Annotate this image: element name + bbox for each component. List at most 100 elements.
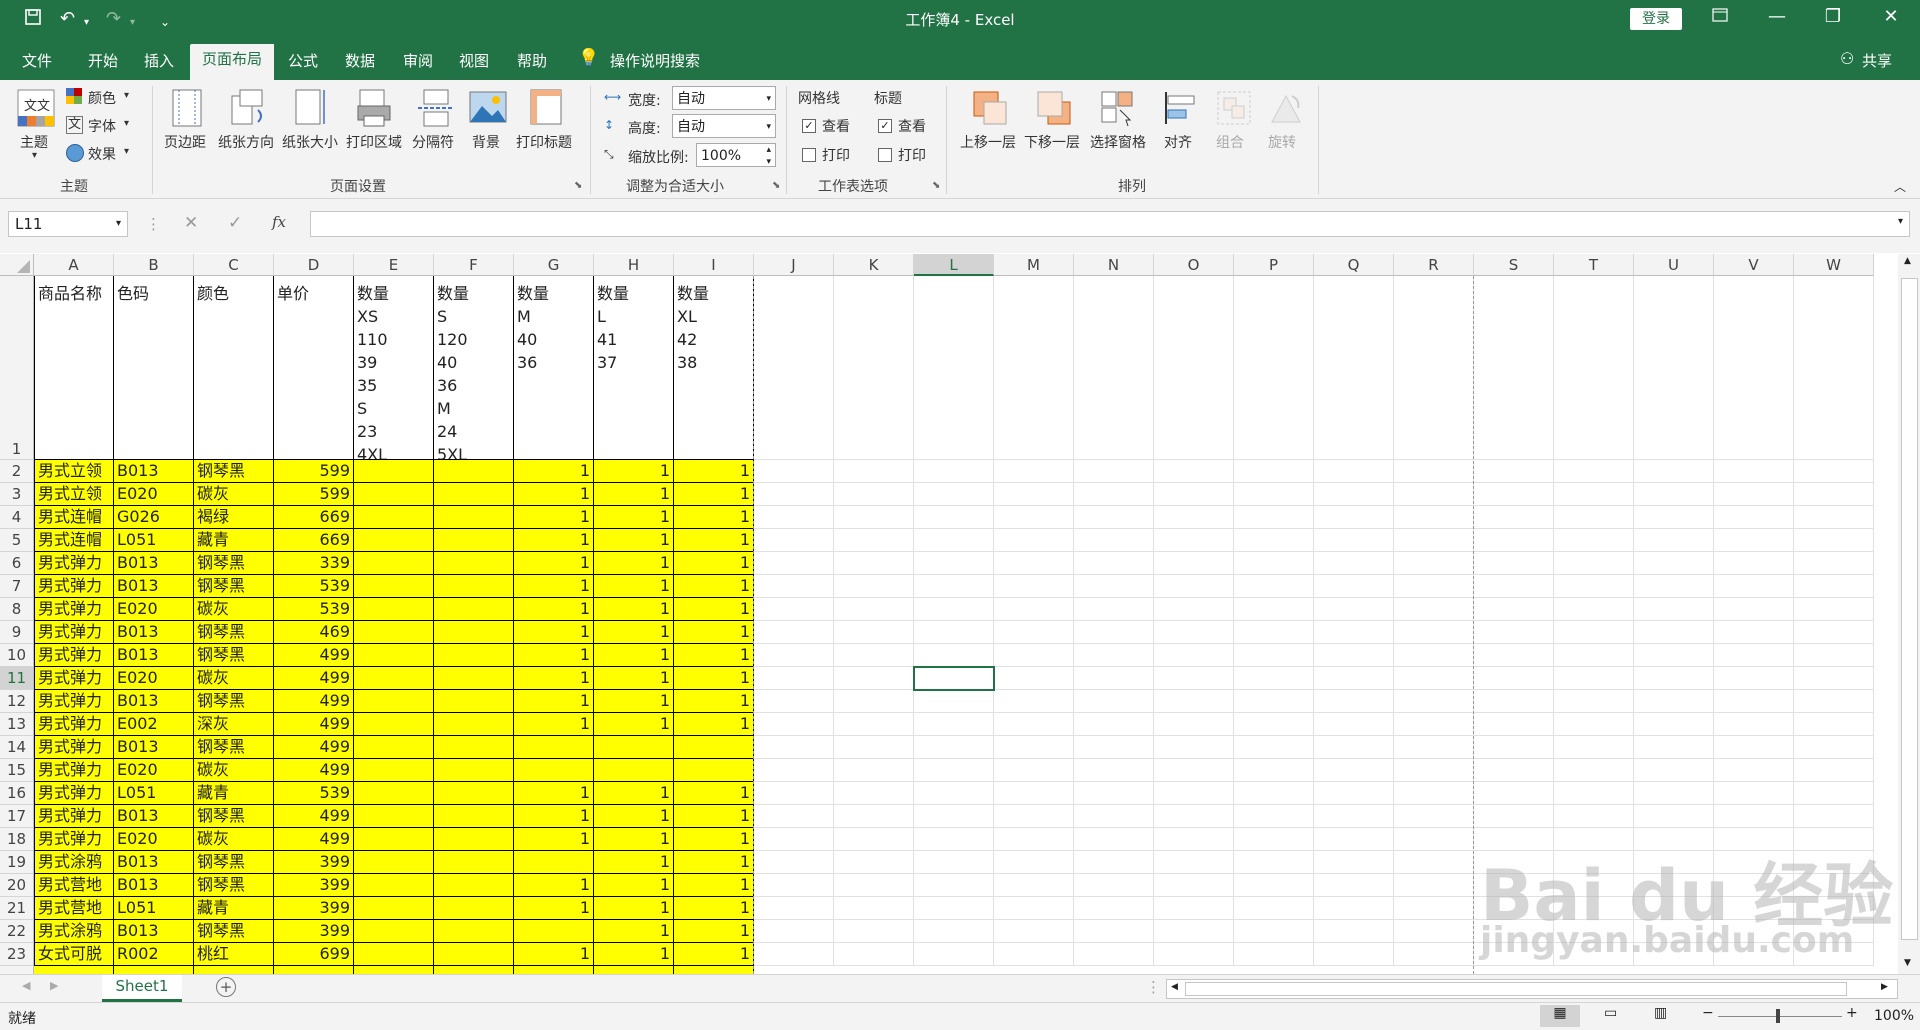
cell-g[interactable] — [514, 920, 594, 943]
collapse-ribbon-icon[interactable]: ︿ — [1894, 178, 1906, 195]
cell[interactable] — [754, 529, 834, 552]
cell[interactable] — [1154, 828, 1234, 851]
cell-f[interactable] — [434, 943, 514, 966]
cell[interactable] — [754, 943, 834, 966]
cell-e[interactable] — [354, 759, 434, 782]
cell[interactable] — [1714, 690, 1794, 713]
tab-help[interactable]: 帮助 — [517, 50, 547, 71]
cell-c[interactable]: 钢琴黑 — [194, 874, 274, 897]
cell[interactable] — [1314, 621, 1394, 644]
cell[interactable] — [1074, 598, 1154, 621]
cell[interactable] — [1394, 667, 1474, 690]
cell[interactable] — [1234, 828, 1314, 851]
cell[interactable] — [1394, 897, 1474, 920]
cell[interactable] — [1154, 759, 1234, 782]
bring-forward-icon[interactable] — [970, 88, 1010, 128]
cell[interactable] — [1554, 759, 1634, 782]
cell-c[interactable]: 碳灰 — [194, 483, 274, 506]
cell-a[interactable]: 男式营地 — [34, 897, 114, 920]
cell-g[interactable]: 1 — [514, 805, 594, 828]
cell-h[interactable]: 1 — [594, 667, 674, 690]
cell[interactable] — [1474, 713, 1554, 736]
cell[interactable] — [194, 966, 274, 974]
cell[interactable] — [994, 782, 1074, 805]
cell[interactable] — [1074, 575, 1154, 598]
cell-g[interactable]: 1 — [514, 529, 594, 552]
cell-i[interactable]: 1 — [674, 644, 754, 667]
column-header-n[interactable]: N — [1074, 254, 1154, 276]
cell[interactable] — [1314, 506, 1394, 529]
cell[interactable] — [994, 920, 1074, 943]
cell[interactable] — [1074, 805, 1154, 828]
cell-c[interactable]: 钢琴黑 — [194, 460, 274, 483]
cell[interactable] — [754, 575, 834, 598]
cell[interactable] — [1154, 575, 1234, 598]
cell[interactable] — [914, 782, 994, 805]
cell-b[interactable]: E020 — [114, 598, 194, 621]
cell-a[interactable]: 男式弹力 — [34, 759, 114, 782]
cell-b[interactable]: L051 — [114, 897, 194, 920]
cell[interactable] — [1074, 828, 1154, 851]
headings-view-checkbox[interactable]: ✓ — [878, 119, 892, 133]
cell[interactable] — [994, 828, 1074, 851]
print-area-icon[interactable] — [354, 88, 394, 128]
scroll-up-icon[interactable]: ▲ — [1904, 256, 1911, 266]
cell[interactable] — [1394, 759, 1474, 782]
cell-e[interactable] — [354, 460, 434, 483]
cell[interactable] — [1314, 713, 1394, 736]
cell[interactable] — [1634, 506, 1714, 529]
cell-f[interactable] — [434, 667, 514, 690]
close-icon[interactable]: ✕ — [1876, 6, 1906, 27]
cell[interactable] — [354, 966, 434, 974]
column-header-o[interactable]: O — [1154, 254, 1234, 276]
cell[interactable] — [1314, 483, 1394, 506]
column-header-g[interactable]: G — [514, 254, 594, 276]
cell[interactable] — [834, 529, 914, 552]
cell[interactable] — [1314, 575, 1394, 598]
tab-insert[interactable]: 插入 — [144, 50, 174, 71]
cell[interactable] — [1314, 460, 1394, 483]
cell[interactable] — [1154, 552, 1234, 575]
cell[interactable] — [754, 621, 834, 644]
cell[interactable] — [1154, 506, 1234, 529]
cell-c[interactable]: 碳灰 — [194, 759, 274, 782]
headings-print-checkbox[interactable] — [878, 148, 892, 162]
cell-h[interactable]: 1 — [594, 828, 674, 851]
cell[interactable] — [834, 851, 914, 874]
cell-d[interactable]: 499 — [274, 805, 354, 828]
cell-d[interactable]: 669 — [274, 506, 354, 529]
cell[interactable] — [914, 713, 994, 736]
cell-e[interactable] — [354, 897, 434, 920]
tab-review[interactable]: 审阅 — [403, 50, 433, 71]
cell[interactable] — [1554, 690, 1634, 713]
cell[interactable] — [1634, 552, 1714, 575]
cell-i[interactable]: 1 — [674, 483, 754, 506]
cell-a[interactable]: 男式弹力 — [34, 782, 114, 805]
cell[interactable] — [1394, 736, 1474, 759]
cell-e[interactable] — [354, 874, 434, 897]
cell[interactable] — [594, 966, 674, 974]
column-header-u[interactable]: U — [1634, 254, 1714, 276]
cell[interactable] — [754, 598, 834, 621]
cell-d[interactable]: 399 — [274, 920, 354, 943]
select-all-button[interactable] — [0, 254, 34, 276]
orientation-icon[interactable] — [228, 88, 268, 128]
cell-g[interactable]: 1 — [514, 483, 594, 506]
cell[interactable] — [1234, 621, 1314, 644]
cell[interactable] — [1394, 805, 1474, 828]
cell[interactable] — [834, 644, 914, 667]
zoom-slider-thumb[interactable] — [1776, 1009, 1780, 1023]
cell[interactable] — [1794, 575, 1874, 598]
cell[interactable] — [834, 690, 914, 713]
cell[interactable] — [1154, 874, 1234, 897]
cell-f[interactable] — [434, 759, 514, 782]
column-header-m[interactable]: M — [994, 254, 1074, 276]
cell[interactable] — [754, 552, 834, 575]
cell[interactable] — [1234, 575, 1314, 598]
column-header-b[interactable]: B — [114, 254, 194, 276]
cell-c[interactable]: 深灰 — [194, 713, 274, 736]
cell[interactable] — [1234, 460, 1314, 483]
cell[interactable] — [1714, 483, 1794, 506]
cell-c[interactable]: 钢琴黑 — [194, 644, 274, 667]
cell[interactable] — [1634, 621, 1714, 644]
